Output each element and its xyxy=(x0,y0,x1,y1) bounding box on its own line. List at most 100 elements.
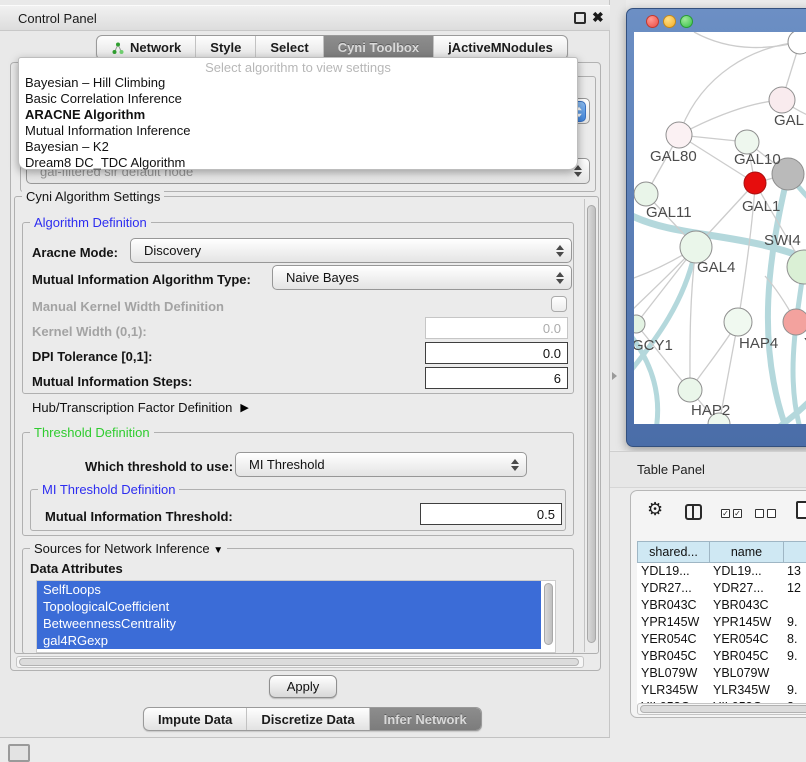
dpi-tolerance-field[interactable]: 0.0 xyxy=(425,342,568,364)
table-cell[interactable]: YLR345W xyxy=(709,682,783,699)
scrollbar-thumb[interactable] xyxy=(587,205,596,643)
window-close-icon[interactable] xyxy=(646,15,659,28)
table-row[interactable]: YBR043CYBR043C xyxy=(637,597,806,614)
table-cell[interactable] xyxy=(783,597,806,614)
table-horizontal-scrollbar[interactable] xyxy=(637,703,806,715)
splitter-handle-icon[interactable] xyxy=(612,372,617,380)
column-header-shared-name[interactable]: shared... xyxy=(638,542,710,562)
tab-discretize-data[interactable]: Discretize Data xyxy=(246,708,368,730)
column-header-extra[interactable]: A xyxy=(784,542,806,562)
window-zoom-icon[interactable] xyxy=(680,15,693,28)
tab-jactivemnodules[interactable]: jActiveMNodules xyxy=(433,36,567,59)
table-cell[interactable]: YDR27... xyxy=(709,580,783,597)
hub-definition-expander[interactable]: Hub/Transcription Factor Definition ▶ xyxy=(32,400,249,415)
attribute-item-betweennesscentrality[interactable]: BetweennessCentrality xyxy=(37,615,541,632)
mi-steps-field[interactable]: 6 xyxy=(425,367,568,389)
network-node[interactable] xyxy=(678,378,702,402)
apply-button[interactable]: Apply xyxy=(269,675,337,698)
table-row[interactable]: YPR145WYPR145W9. xyxy=(637,614,806,631)
table-cell[interactable]: 8. xyxy=(783,631,806,648)
table-row[interactable]: YDL19...YDL19...13 xyxy=(637,563,806,580)
table-cell[interactable]: YLR345W xyxy=(637,682,709,699)
network-node[interactable] xyxy=(769,87,795,113)
tab-infer-network[interactable]: Infer Network xyxy=(369,708,481,730)
tab-network[interactable]: Network xyxy=(97,36,195,59)
table-cell[interactable]: YBL079W xyxy=(637,665,709,682)
table-cell[interactable]: 9. xyxy=(783,648,806,665)
tab-style[interactable]: Style xyxy=(195,36,255,59)
mi-threshold-field[interactable]: 0.5 xyxy=(420,503,562,525)
table-cell[interactable]: 13 xyxy=(783,563,806,580)
network-node[interactable] xyxy=(634,315,645,333)
which-threshold-combo[interactable]: MI Threshold xyxy=(235,452,527,477)
tab-select[interactable]: Select xyxy=(255,36,322,59)
table-row[interactable]: YER054CYER054C8. xyxy=(637,631,806,648)
dropdown-item-bayesian-k2[interactable]: Bayesian – K2 xyxy=(19,139,577,155)
column-view-icon[interactable] xyxy=(685,504,702,520)
combo-stepper-icon[interactable] xyxy=(511,453,519,476)
table-cell[interactable] xyxy=(783,665,806,682)
table-cell[interactable]: 9. xyxy=(783,682,806,699)
table-row[interactable]: YBL079WYBL079W xyxy=(637,665,806,682)
dropdown-item-aracne[interactable]: ARACNE Algorithm xyxy=(19,107,577,123)
scrollbar-thumb[interactable] xyxy=(19,658,579,666)
dropdown-item-bayesian-hill-climbing[interactable]: Bayesian – Hill Climbing xyxy=(19,75,577,91)
new-table-icon[interactable] xyxy=(796,501,806,519)
attribute-item-gal4rgexp[interactable]: gal4RGexp xyxy=(37,632,541,649)
expander-right-icon[interactable]: ▶ xyxy=(240,401,248,414)
table-cell[interactable]: YDL19... xyxy=(709,563,783,580)
table-cell[interactable]: 12 xyxy=(783,580,806,597)
table-cell[interactable]: YDL19... xyxy=(637,563,709,580)
table-cell[interactable]: YDR27... xyxy=(637,580,709,597)
column-header-name[interactable]: name xyxy=(710,542,784,562)
table-cell[interactable]: YER054C xyxy=(637,631,709,648)
network-node[interactable] xyxy=(724,308,752,336)
dropdown-item-mutual-information[interactable]: Mutual Information Inference xyxy=(19,123,577,139)
select-all-icon[interactable]: ✓✓ xyxy=(721,509,742,518)
list-scrollbar-thumb[interactable] xyxy=(544,583,553,645)
tab-impute-data[interactable]: Impute Data xyxy=(144,708,246,730)
network-node[interactable] xyxy=(788,32,806,54)
table-cell[interactable]: YPR145W xyxy=(637,614,709,631)
table-cell[interactable]: YPR145W xyxy=(709,614,783,631)
table-row[interactable]: YLR345WYLR345W9. xyxy=(637,682,806,699)
float-panel-button[interactable] xyxy=(574,12,586,24)
table-cell[interactable]: YBR043C xyxy=(637,597,709,614)
table-cell[interactable]: YBL079W xyxy=(709,665,783,682)
data-attributes-list[interactable]: SelfLoops TopologicalCoefficient Between… xyxy=(36,580,556,653)
combo-stepper-icon[interactable] xyxy=(556,266,564,289)
network-node[interactable] xyxy=(666,122,692,148)
gear-icon[interactable]: ⚙ xyxy=(647,499,663,520)
network-canvas[interactable]: GALGAL80GAL10GAL1GAL11SWI4GAL4GCY1HAP4YH… xyxy=(634,32,806,424)
mi-algorithm-type-combo[interactable]: Naive Bayes xyxy=(272,265,572,290)
collapse-down-icon[interactable]: ▼ xyxy=(213,545,223,556)
scrollbar-thumb[interactable] xyxy=(640,705,806,713)
minimized-panel-icon[interactable] xyxy=(8,744,30,762)
window-minimize-icon[interactable] xyxy=(663,15,676,28)
network-node[interactable] xyxy=(783,309,806,335)
network-node[interactable] xyxy=(744,172,766,194)
settings-horizontal-scrollbar[interactable] xyxy=(16,656,584,668)
manual-kernel-width-checkbox[interactable] xyxy=(551,296,567,312)
dropdown-item-basic-correlation[interactable]: Basic Correlation Inference xyxy=(19,91,577,107)
kernel-width-field[interactable]: 0.0 xyxy=(425,317,568,339)
table-cell[interactable]: YBR043C xyxy=(709,597,783,614)
table-row[interactable]: YDR27...YDR27...12 xyxy=(637,580,806,597)
panel-splitter[interactable] xyxy=(610,0,626,450)
aracne-mode-combo[interactable]: Discovery xyxy=(130,238,572,263)
dropdown-item-dream8[interactable]: Dream8 DC_TDC Algorithm xyxy=(19,155,577,171)
attribute-item-selfloops[interactable]: SelfLoops xyxy=(37,581,541,598)
combo-stepper-icon[interactable] xyxy=(556,239,564,262)
table-cell[interactable]: 9. xyxy=(783,614,806,631)
tab-cyni-toolbox[interactable]: Cyni Toolbox xyxy=(323,36,433,59)
table-cell[interactable]: YER054C xyxy=(709,631,783,648)
attribute-item-topologicalcoefficient[interactable]: TopologicalCoefficient xyxy=(37,598,541,615)
table-cell[interactable]: YBR045C xyxy=(709,648,783,665)
deselect-all-icon[interactable] xyxy=(755,509,776,518)
close-icon[interactable]: ✖ xyxy=(592,9,604,26)
table-row[interactable]: YBR045CYBR045C9. xyxy=(637,648,806,665)
network-window[interactable]: GALGAL80GAL10GAL1GAL11SWI4GAL4GCY1HAP4YH… xyxy=(626,8,806,447)
network-node[interactable] xyxy=(634,182,658,206)
table-cell[interactable]: YBR045C xyxy=(637,648,709,665)
settings-vertical-scrollbar[interactable] xyxy=(584,199,598,652)
